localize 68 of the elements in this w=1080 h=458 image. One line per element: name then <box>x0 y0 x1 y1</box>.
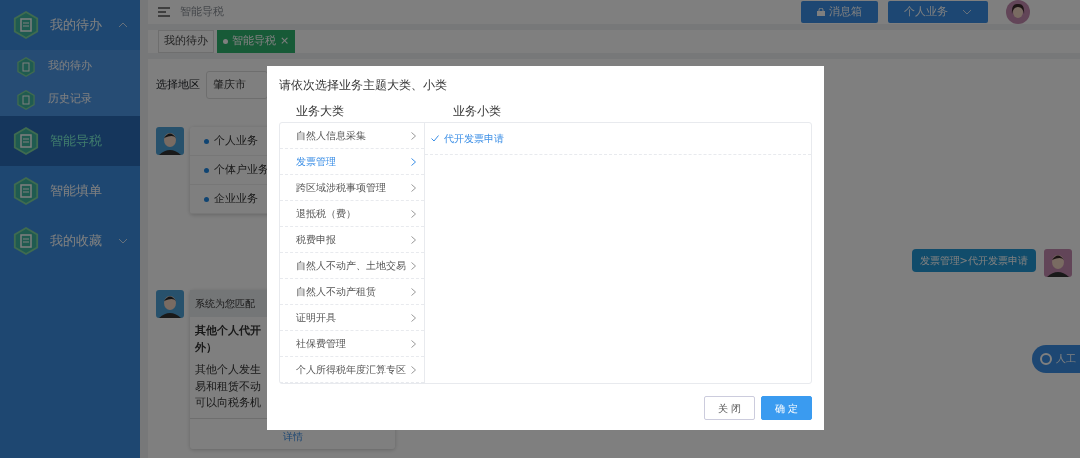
dialog-title: 请依次选择业务主题大类、小类 <box>279 77 448 94</box>
confirm-button[interactable]: 确 定 <box>760 396 812 420</box>
user-avatar <box>1044 248 1072 277</box>
bullet-dot <box>204 167 209 173</box>
sidebar-item[interactable]: 我的收藏 <box>0 216 140 266</box>
chevron-up-icon <box>118 22 128 28</box>
hexagon-icon <box>16 56 36 77</box>
assistant-avatar <box>156 290 184 318</box>
chevron-down-icon <box>962 9 972 15</box>
sidebar-item[interactable]: 智能导税 <box>0 116 140 166</box>
assistant-avatar <box>156 127 184 155</box>
menu-icon <box>158 7 170 17</box>
sidebar-item[interactable]: 智能填单 <box>0 166 140 216</box>
bullet-dot <box>204 196 209 202</box>
category-item[interactable]: 个人所得税年度汇算专区 <box>280 357 424 383</box>
sidebar-item[interactable]: 我的待办 <box>0 0 140 50</box>
close-button[interactable]: 关 闭 <box>703 396 755 420</box>
chevron-right-icon <box>411 183 416 192</box>
chevron-down-icon <box>118 238 128 244</box>
chevron-right-icon <box>411 365 416 374</box>
description-line: 其他个人发生 <box>195 362 261 378</box>
category-item[interactable]: 自然人不动产、土地交易 <box>280 253 424 279</box>
business-option[interactable]: 个人业务 <box>214 132 258 150</box>
column-header: 业务大类 <box>296 103 345 120</box>
hexagon-icon <box>12 177 40 205</box>
lock-icon <box>817 8 825 16</box>
chevron-right-icon <box>411 131 416 140</box>
match-title: 外） <box>195 339 217 356</box>
chevron-right-icon <box>411 261 416 270</box>
tab[interactable]: 智能导税 × <box>217 30 296 53</box>
category-item[interactable]: 证明开具 <box>280 305 424 331</box>
chevron-right-icon <box>411 339 416 348</box>
hexagon-icon <box>12 11 40 39</box>
category-item[interactable]: 社保费管理 <box>280 331 424 357</box>
hexagon-icon <box>16 89 36 110</box>
category-item[interactable]: 税费申报 <box>280 227 424 253</box>
field-label: 选择地区 <box>156 76 200 93</box>
chevron-right-icon <box>411 287 416 296</box>
business-option[interactable]: 企业业务 <box>214 190 258 208</box>
hexagon-icon <box>12 227 40 255</box>
category-item[interactable]: 自然人信息采集 <box>280 123 424 149</box>
chevron-right-icon <box>411 313 416 322</box>
category-item[interactable]: 发票管理 <box>280 149 424 175</box>
chevron-right-icon <box>411 235 416 244</box>
category-item[interactable]: 自然人不动产租赁 <box>280 279 424 305</box>
match-title: 其他个人代开 <box>195 323 261 339</box>
description-line: 可以向税务机 <box>195 395 261 411</box>
category-item[interactable]: 退抵税（费） <box>280 201 424 227</box>
business-dropdown[interactable]: 个人业务 <box>888 1 988 23</box>
description-line: 易和租赁不动 <box>195 378 261 395</box>
hexagon-icon <box>12 127 40 155</box>
tab[interactable]: 我的待办 <box>158 30 214 53</box>
business-option[interactable]: 个体户业务 <box>214 161 269 179</box>
sidebar-subitem[interactable]: 我的待办 <box>0 50 140 83</box>
user-message-bubble: 发票管理>代开发票申请 <box>911 248 1036 272</box>
user-avatar <box>1006 0 1030 24</box>
chevron-right-icon <box>411 157 416 166</box>
column-header: 业务小类 <box>453 103 501 120</box>
close-tab-icon[interactable]: × <box>280 33 290 50</box>
chevron-right-icon <box>411 209 416 218</box>
subcategory-item[interactable]: 代开发票申请 <box>425 123 811 155</box>
help-button[interactable]: 人工 <box>1032 344 1080 373</box>
message-box-button[interactable]: 消息箱 <box>801 1 878 23</box>
check-icon <box>431 135 439 142</box>
details-link[interactable]: 详情 <box>282 430 303 442</box>
sidebar-subitem[interactable]: 历史记录 <box>0 83 140 116</box>
bullet-dot <box>204 138 209 144</box>
category-item[interactable]: 跨区域涉税事项管理 <box>280 175 424 201</box>
